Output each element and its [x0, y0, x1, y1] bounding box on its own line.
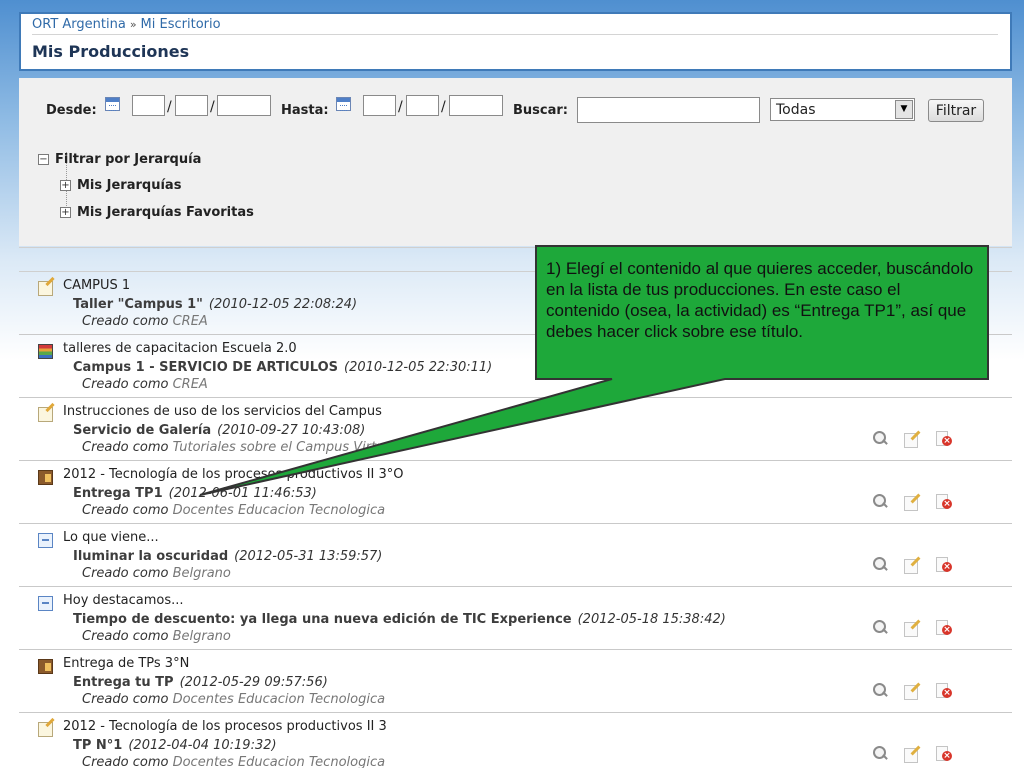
- callout-text: 1) Elegí el contenido al que quieres acc…: [546, 259, 974, 341]
- callout-shape: [199, 245, 989, 496]
